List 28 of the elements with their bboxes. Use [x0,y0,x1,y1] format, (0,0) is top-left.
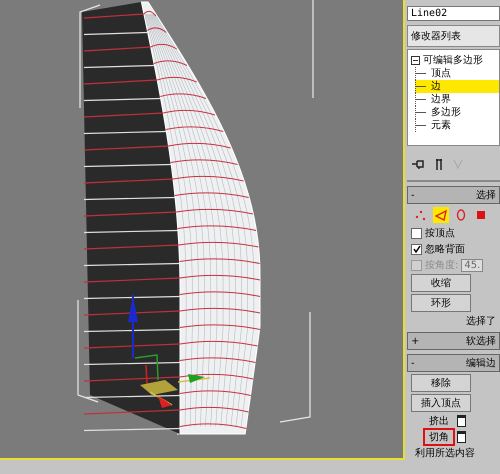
panel-button[interactable]: 环形 [411,294,471,312]
settings-icon[interactable] [457,415,466,427]
rollout-header[interactable]: - 选择 [407,186,500,204]
stack-item[interactable]: 可编辑多边形 [423,53,483,67]
stack-subitem[interactable]: 边 [415,80,499,93]
option-label: 按顶点 [425,226,455,240]
object-name-field[interactable]: Line02 [407,6,500,21]
collapse-icon[interactable] [411,56,420,64]
viewport[interactable] [0,0,405,460]
triangle-mode-icon[interactable] [433,207,449,223]
panel-button[interactable]: 插入顶点 [411,394,471,412]
rollout-header[interactable]: - 编辑边 [407,354,500,372]
option-label: 忽略背面 [425,242,465,256]
pin-icon[interactable] [411,159,425,169]
panel-button[interactable]: 移除 [411,374,471,392]
checkbox[interactable] [411,228,422,238]
transform-gizmo-icon [128,295,210,408]
panel-button[interactable]: 切角 [425,430,453,444]
checkbox[interactable] [411,244,422,254]
selection-status: 选择了 [466,314,497,328]
option-label: 按角度: [425,258,458,272]
rollout-header[interactable]: + 软选择 [407,332,500,350]
settings-icon[interactable] [457,431,466,443]
pipe-icon[interactable] [435,158,443,170]
panel-button[interactable]: 挤出 [425,414,453,428]
create-shape-label: 利用所选内容 [414,446,476,460]
modifier-list-dropdown[interactable]: 修改器列表 [407,25,500,47]
panel-button[interactable]: 收缩 [411,274,471,292]
